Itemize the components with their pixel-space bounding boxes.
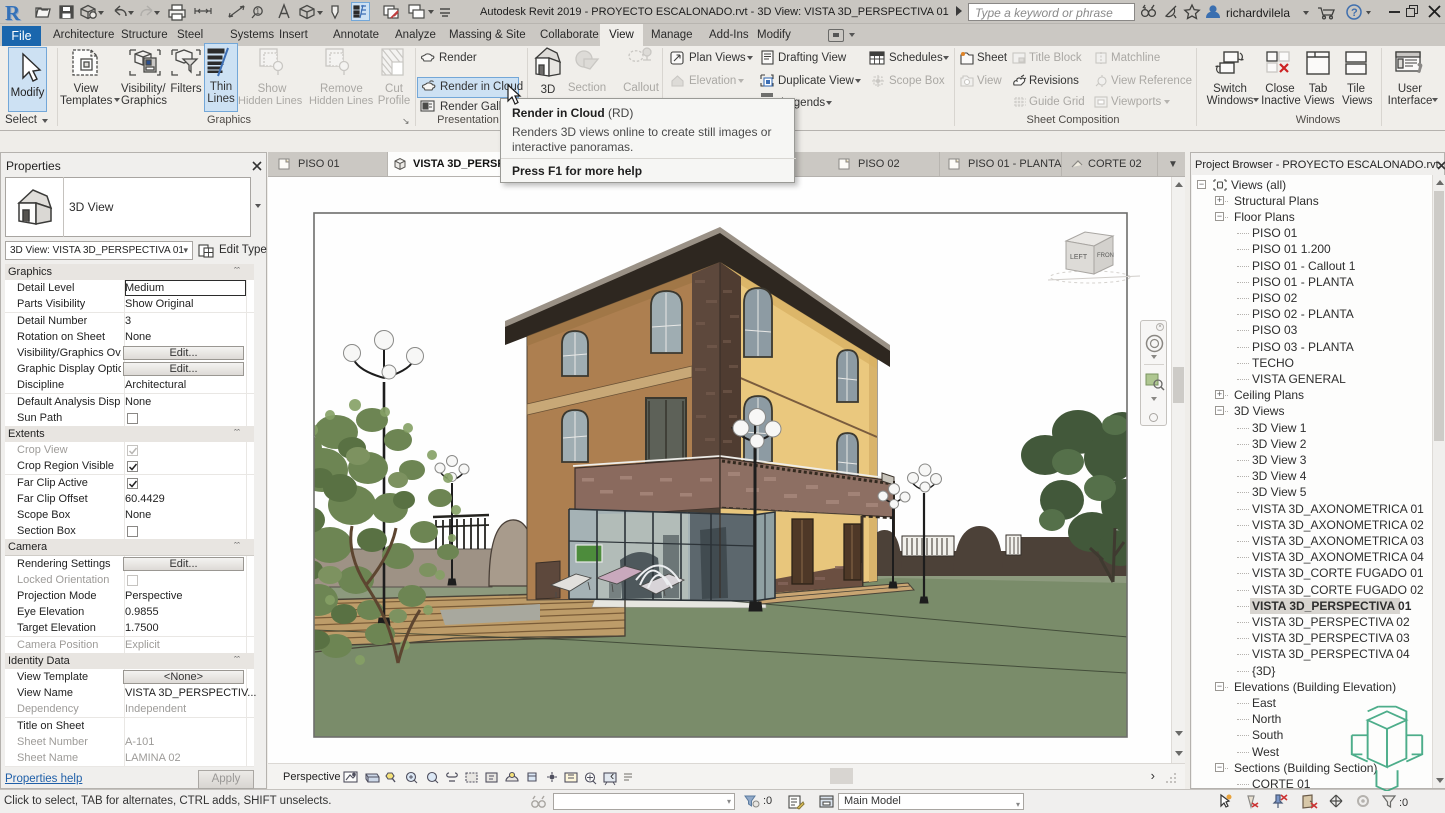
svg-text:1: 1	[256, 7, 261, 16]
svg-text:LEFT: LEFT	[1070, 254, 1088, 261]
svg-text:richardvilela: richardvilela	[1226, 6, 1290, 20]
svg-text:FRON: FRON	[1097, 253, 1114, 259]
svg-text::0: :0	[1399, 797, 1408, 809]
svg-text:?: ?	[1351, 7, 1358, 19]
